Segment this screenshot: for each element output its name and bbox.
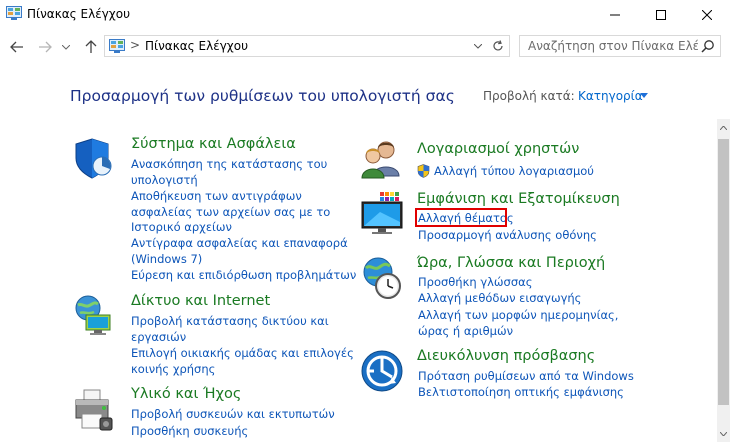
category-user-accounts[interactable]: Λογαριασμοί χρηστών — [417, 141, 579, 157]
refresh-icon — [493, 40, 503, 51]
link-devices-printers[interactable]: Προβολή συσκευών και εκτυπωτών — [131, 406, 335, 422]
search-icon[interactable] — [701, 39, 715, 53]
scroll-down-button[interactable] — [717, 425, 730, 442]
title-bar: Πίνακας Ελέγχου — [0, 0, 730, 29]
category-ease-of-access[interactable]: Διευκόλυνση πρόσβασης — [417, 348, 595, 364]
highlight-box — [415, 208, 507, 227]
address-dropdown-button[interactable] — [470, 38, 486, 54]
view-by-dropdown[interactable]: Κατηγορία — [578, 89, 643, 103]
page-title: Προσαρμογή των ρυθμίσεων του υπολογιστή … — [70, 87, 455, 105]
category-system-security[interactable]: Σύστημα και Ασφάλεια — [131, 136, 296, 152]
control-panel-icon — [109, 39, 125, 53]
link-homegroup-cont[interactable]: κοινής χρήσης — [131, 361, 215, 377]
link-adjust-resolution[interactable]: Προσαρμογή ανάλυσης οθόνης — [418, 227, 597, 243]
address-bar[interactable]: > Πίνακας Ελέγχου — [104, 35, 510, 57]
clock-globe-icon[interactable] — [360, 256, 404, 300]
chevron-down-icon — [474, 43, 482, 49]
link-network-status[interactable]: Προβολή κατάστασης δικτύου και — [131, 313, 329, 329]
minimize-icon — [610, 14, 620, 15]
shield-icon[interactable] — [72, 136, 116, 180]
control-panel-icon — [6, 6, 22, 20]
uac-shield-icon — [417, 164, 430, 178]
back-arrow-icon — [10, 41, 23, 53]
vertical-scrollbar[interactable] — [717, 119, 730, 442]
link-add-language[interactable]: Προσθήκη γλώσσας — [418, 274, 532, 290]
link-change-account-type[interactable]: Αλλαγή τύπου λογαριασμού — [434, 163, 594, 179]
category-clock-language-region[interactable]: Ώρα, Γλώσσα και Περιοχή — [417, 255, 605, 271]
category-hardware-sound[interactable]: Υλικό και Ήχος — [131, 386, 241, 402]
breadcrumb-separator[interactable]: > — [130, 38, 140, 52]
search-box[interactable]: Αναζήτηση στον Πίνακα Ελέγ... — [519, 35, 721, 57]
link-suggest-settings[interactable]: Πρόταση ρυθμίσεων από τα Windows — [418, 368, 634, 384]
maximize-icon — [656, 9, 666, 20]
up-button[interactable] — [82, 38, 100, 56]
link-network-status-cont[interactable]: εργασιών — [131, 329, 186, 345]
recent-locations-button[interactable] — [60, 38, 72, 56]
user-accounts-icon[interactable] — [360, 138, 404, 182]
forward-arrow-icon — [39, 41, 52, 53]
scroll-up-icon — [720, 125, 727, 130]
forward-button[interactable] — [36, 38, 54, 56]
back-button[interactable] — [8, 38, 26, 56]
link-backup-restore[interactable]: Αντίγραφα ασφαλείας και επαναφορά — [131, 235, 348, 251]
scroll-up-button[interactable] — [717, 119, 730, 136]
link-homegroup[interactable]: Επιλογή οικιακής ομάδας και επιλογές — [131, 345, 354, 361]
view-by-label: Προβολή κατά: — [483, 89, 575, 103]
ease-of-access-icon[interactable] — [360, 349, 404, 393]
view-by-caret-icon[interactable] — [640, 93, 648, 98]
chevron-down-icon — [62, 44, 70, 50]
network-globe-icon[interactable] — [72, 293, 116, 337]
link-add-device[interactable]: Προσθήκη συσκευής — [131, 423, 248, 439]
search-input[interactable]: Αναζήτηση στον Πίνακα Ελέγ... — [528, 39, 698, 53]
breadcrumb[interactable]: Πίνακας Ελέγχου — [145, 39, 248, 53]
printer-icon[interactable] — [72, 388, 116, 432]
monitor-personalization-icon[interactable] — [360, 192, 404, 236]
link-backup-restore-cont[interactable]: (Windows 7) — [131, 251, 202, 267]
link-file-history-cont2[interactable]: Ιστορικό αρχείων — [131, 219, 232, 235]
close-icon — [702, 9, 712, 20]
category-appearance-personalization[interactable]: Εμφάνιση και Εξατομίκευση — [417, 191, 620, 207]
scroll-down-icon — [720, 431, 727, 436]
up-arrow-icon — [85, 40, 97, 53]
close-button[interactable] — [684, 0, 730, 29]
link-file-history-cont[interactable]: ασφαλείας των αρχείων σας με το — [131, 204, 330, 220]
link-change-input-methods[interactable]: Αλλαγή μεθόδων εισαγωγής — [418, 290, 581, 306]
link-change-formats-cont[interactable]: ώρας ή αριθμών — [418, 323, 513, 339]
window-title: Πίνακας Ελέγχου — [27, 7, 131, 21]
refresh-button[interactable] — [490, 38, 506, 54]
link-optimize-visual[interactable]: Βελτιστοποίηση οπτικής εμφάνισης — [418, 384, 624, 400]
minimize-button[interactable] — [592, 0, 638, 29]
maximize-button[interactable] — [638, 0, 684, 29]
link-review-status[interactable]: Ανασκόπηση της κατάστασης του — [131, 156, 327, 172]
link-change-formats[interactable]: Αλλαγή των μορφών ημερομηνίας, — [418, 307, 618, 323]
category-network-internet[interactable]: Δίκτυο και Internet — [131, 293, 270, 309]
scroll-thumb[interactable] — [718, 139, 729, 405]
link-file-history[interactable]: Αποθήκευση των αντιγράφων — [131, 188, 302, 204]
link-review-status-cont[interactable]: υπολογιστή — [131, 172, 198, 188]
link-troubleshoot[interactable]: Εύρεση και επιδιόρθωση προβλημάτων — [131, 267, 356, 283]
